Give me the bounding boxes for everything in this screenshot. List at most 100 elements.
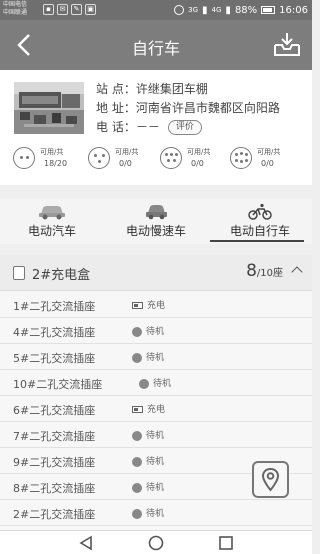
socket-status: 待机 bbox=[132, 506, 164, 519]
availability-label: 可用/共 bbox=[257, 148, 281, 156]
alarm-icon bbox=[174, 5, 185, 15]
locate-button[interactable] bbox=[252, 461, 289, 498]
car-icon bbox=[39, 206, 65, 220]
phone: －－ bbox=[135, 120, 160, 134]
status-bar: 中国电信 中国联通 ▪ ✉ ✎ ▣ 3G ▮ 4G ▮ 88% 16:06 bbox=[0, 0, 312, 20]
tab-electric-bicycle[interactable]: 电动自行车 bbox=[208, 199, 312, 244]
station-name: 许继集团车棚 bbox=[135, 82, 208, 96]
phone-row: 电 话：－－ 评价 bbox=[96, 118, 280, 137]
station-card: 站 点：许继集团车棚 地 址：河南省许昌市魏都区向阳路 电 话：－－ 评价 可用/… bbox=[0, 70, 312, 185]
socket-row[interactable]: 1#二孔交流插座 充电 bbox=[0, 292, 312, 318]
socket-name: 6#二孔交流插座 bbox=[13, 404, 96, 417]
title-bar: 自行车 bbox=[0, 20, 312, 70]
nav-home-icon[interactable] bbox=[148, 535, 164, 551]
socket-name: 9#二孔交流插座 bbox=[13, 456, 96, 469]
availability-row: 可用/共 18/20 可用/共 0/0 可用/共 0/0 可用/共 0/0 bbox=[0, 145, 312, 179]
socket-row[interactable]: 6#二孔交流插座 充电 bbox=[0, 396, 312, 422]
socket-name: 4#二孔交流插座 bbox=[13, 326, 96, 339]
socket-row[interactable]: 10#二孔交流插座 待机 bbox=[0, 370, 312, 396]
edit-icon: ✎ bbox=[71, 4, 82, 15]
socket-status-text: 待机 bbox=[146, 353, 165, 363]
tab-electric-car[interactable]: 电动汽车 bbox=[0, 199, 104, 244]
charging-box-icon bbox=[13, 266, 25, 280]
socket-status-text: 待机 bbox=[153, 379, 172, 389]
standby-icon bbox=[132, 456, 142, 467]
availability-count: 0/0 bbox=[119, 159, 132, 168]
socket-name: 5#二孔交流插座 bbox=[13, 352, 96, 365]
carrier-labels: 中国电信 中国联通 bbox=[3, 1, 27, 17]
address-label: 地 址： bbox=[96, 101, 136, 115]
page-title: 自行车 bbox=[131, 39, 180, 58]
station-photo[interactable] bbox=[14, 82, 84, 134]
socket-status-text: 待机 bbox=[146, 483, 165, 493]
socket-status: 待机 bbox=[132, 454, 164, 467]
standby-icon bbox=[132, 482, 142, 493]
charging-box-title: 2#充电盒 bbox=[32, 268, 91, 283]
carrier-1: 中国电信 bbox=[3, 1, 28, 8]
tab-low-speed-car[interactable]: 电动慢速车 bbox=[104, 199, 208, 244]
availability-count: 18/20 bbox=[44, 159, 68, 168]
standby-icon bbox=[132, 430, 142, 441]
download-button[interactable] bbox=[272, 31, 302, 59]
socket-name: 7#二孔交流插座 bbox=[13, 430, 96, 443]
address-row: 地 址：河南省许昌市魏都区向阳路 bbox=[96, 99, 280, 118]
evaluate-button[interactable]: 评价 bbox=[167, 120, 202, 135]
battery-percent: 88% bbox=[234, 4, 258, 16]
socket-status: 待机 bbox=[132, 350, 164, 363]
availability-count: 0/0 bbox=[191, 159, 204, 168]
socket-status: 待机 bbox=[132, 428, 164, 441]
bicycle-icon bbox=[248, 203, 272, 220]
status-right: 3G ▮ 4G ▮ 88% 16:06 bbox=[174, 2, 308, 18]
availability-label: 可用/共 bbox=[40, 148, 64, 156]
socket-status-text: 待机 bbox=[146, 431, 165, 441]
address: 河南省许昌市魏都区向阳路 bbox=[135, 101, 280, 115]
inbox-download-icon bbox=[274, 33, 300, 56]
battery-icon bbox=[261, 6, 276, 14]
socket-name: 8#二孔交流插座 bbox=[13, 482, 96, 495]
socket-row[interactable]: 5#二孔交流插座 待机 bbox=[0, 344, 312, 370]
socket-row[interactable]: 2#二孔交流插座 待机 bbox=[0, 500, 312, 526]
station-info: 站 点：许继集团车棚 地 址：河南省许昌市魏都区向阳路 电 话：－－ 评价 bbox=[96, 80, 280, 137]
small-car-icon bbox=[146, 205, 167, 220]
socket-status-text: 充电 bbox=[147, 405, 166, 415]
tab-label: 电动慢速车 bbox=[125, 224, 186, 238]
carrier-2: 中国联通 bbox=[3, 9, 28, 16]
availability-label: 可用/共 bbox=[115, 148, 139, 156]
socket-status-text: 充电 bbox=[147, 301, 166, 311]
tab-label: 电动汽车 bbox=[27, 224, 76, 238]
active-tab-indicator bbox=[210, 240, 304, 242]
signal-1: 3G bbox=[188, 6, 199, 14]
station-name-label: 站 点： bbox=[96, 82, 136, 96]
station-image bbox=[14, 82, 84, 134]
charging-box-header[interactable]: 2#充电盒 8/10座 bbox=[0, 255, 312, 291]
vehicle-tabs: 电动汽车 电动慢速车 电动自行车 bbox=[0, 199, 312, 244]
chevron-up-icon[interactable] bbox=[291, 266, 303, 278]
signal-2: 4G bbox=[211, 6, 222, 14]
two-pin-socket-icon bbox=[13, 147, 35, 169]
socket-status: 待机 bbox=[139, 376, 171, 389]
total-count: /10座 bbox=[256, 268, 283, 279]
battery-charging-icon bbox=[132, 406, 143, 413]
availability-count: 0/0 bbox=[261, 159, 274, 168]
available-count: 8 bbox=[246, 261, 257, 281]
socket-row[interactable]: 7#二孔交流插座 待机 bbox=[0, 422, 312, 448]
standby-icon bbox=[132, 352, 142, 363]
socket-row[interactable]: 4#二孔交流插座 待机 bbox=[0, 318, 312, 344]
nav-recents-icon[interactable] bbox=[218, 535, 234, 551]
charging-box-count: 8/10座 bbox=[246, 261, 283, 281]
phone-label: 电 话： bbox=[96, 120, 136, 134]
image-icon: ▣ bbox=[85, 4, 96, 15]
standby-icon bbox=[139, 378, 149, 389]
message-icon: ✉ bbox=[57, 4, 68, 15]
map-pin-icon bbox=[261, 467, 280, 492]
notification-icons: ▪ ✉ ✎ ▣ bbox=[43, 4, 96, 15]
nav-back-icon[interactable] bbox=[78, 535, 94, 551]
socket-status: 待机 bbox=[132, 480, 164, 493]
signal-bars-icon-2: ▮ bbox=[225, 4, 231, 16]
socket-name: 10#二孔交流插座 bbox=[13, 378, 103, 391]
socket-name: 2#二孔交流插座 bbox=[13, 508, 96, 521]
battery-charging-icon bbox=[132, 302, 143, 309]
socket-status-text: 待机 bbox=[146, 509, 165, 519]
clock: 16:06 bbox=[279, 4, 308, 16]
socket-status-text: 待机 bbox=[146, 457, 165, 467]
